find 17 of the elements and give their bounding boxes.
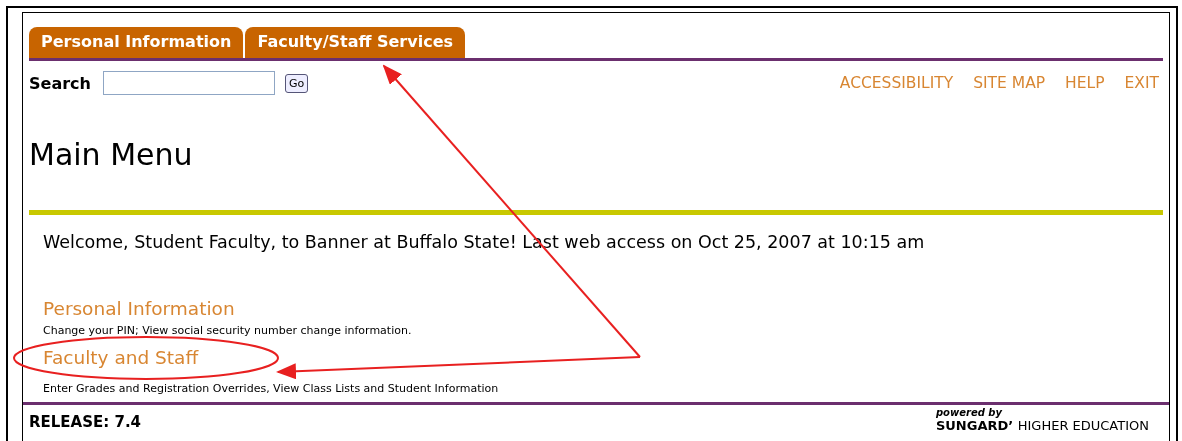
nav-link[interactable]: SITE MAP [973, 74, 1046, 92]
nav-link[interactable]: EXIT [1124, 74, 1159, 92]
tab[interactable]: Faculty/Staff Services [245, 27, 465, 58]
menu-link[interactable]: Faculty and Staff [43, 347, 199, 368]
menu-link[interactable]: Personal Information [43, 298, 235, 319]
tab[interactable]: Personal Information [29, 27, 244, 58]
menu-description: Change your PIN; View social security number change information. [43, 324, 412, 337]
search-field[interactable] [102, 71, 275, 95]
release-label: RELEASE: 7.4 [29, 413, 142, 433]
powered-by-label: powered by [935, 407, 1003, 418]
brand-logo: SUNGARD’ HIGHER EDUCATION [935, 418, 1149, 433]
menu-description: Enter Grades and Registration Overrides, View Class Lists and Student Information [43, 382, 499, 395]
page-title: Main Menu [29, 137, 194, 173]
go-button[interactable]: Go [284, 73, 309, 93]
nav-link[interactable]: HELP [1065, 74, 1105, 92]
nav-link[interactable]: ACCESSIBILITY [839, 74, 954, 92]
search-label: Search [29, 73, 91, 93]
